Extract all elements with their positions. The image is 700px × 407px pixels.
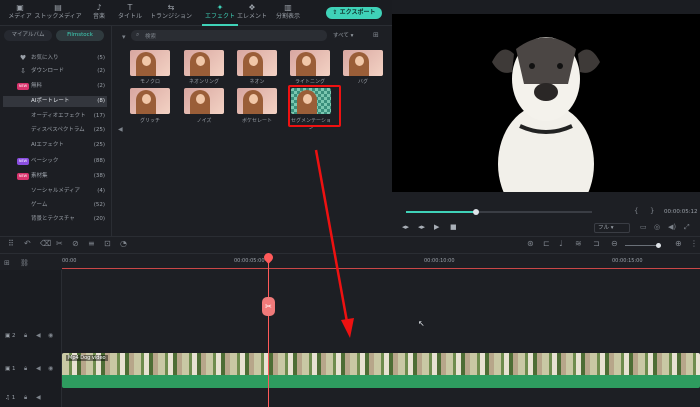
annotation-arrow — [314, 149, 354, 338]
